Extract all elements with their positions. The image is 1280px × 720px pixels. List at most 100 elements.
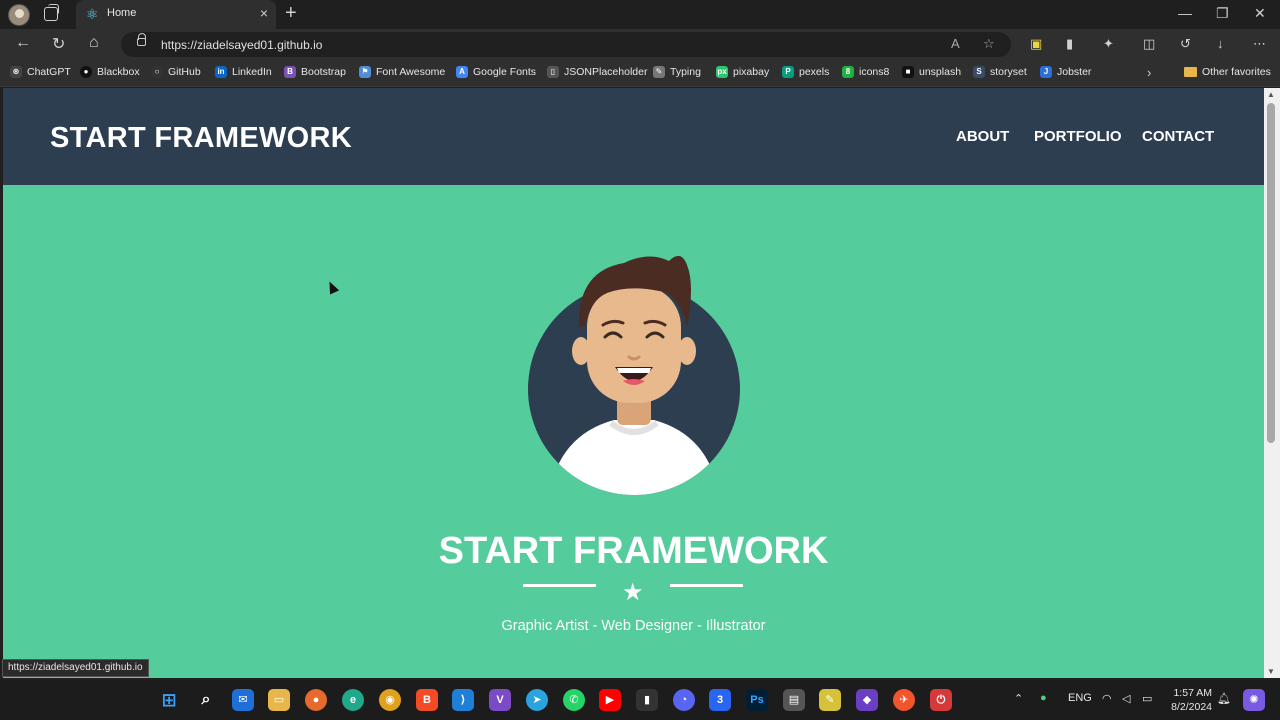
bookmark-blackbox[interactable]: ● Blackbox — [80, 66, 140, 78]
site-brand[interactable]: START FRAMEWORK — [50, 122, 352, 155]
maximize-icon[interactable]: ❐ — [1216, 5, 1229, 22]
bookmark-typing[interactable]: ✎ Typing — [653, 66, 701, 78]
extensions-puzzle-icon[interactable]: ✦ — [1103, 36, 1114, 52]
tab-title: Home — [107, 7, 137, 19]
bookmark-jsonplaceholder[interactable]: ▯ JSONPlaceholder — [547, 66, 647, 78]
tab-close-icon[interactable]: × — [260, 5, 268, 21]
document-icon: ▯ — [547, 66, 559, 78]
app-icon[interactable]: ▤ — [783, 689, 805, 711]
chatgpt-icon: ⊛ — [10, 66, 22, 78]
tray-chevron-up-icon[interactable]: ⌃ — [1014, 692, 1023, 705]
blackbox-icon: ● — [80, 66, 92, 78]
clock-time: 1:57 AM — [1173, 687, 1212, 699]
page-scrollbar[interactable]: ▲ ▼ — [1264, 88, 1280, 678]
divider-line-right — [670, 584, 743, 587]
bookmark-unsplash[interactable]: ■ unsplash — [902, 66, 961, 78]
minimize-icon[interactable]: — — [1178, 5, 1192, 21]
scroll-up-icon[interactable]: ▲ — [1267, 90, 1275, 99]
telegram-icon[interactable]: ➤ — [526, 689, 548, 711]
volume-icon[interactable]: ◁ — [1122, 692, 1130, 705]
brave-icon[interactable]: B — [416, 689, 438, 711]
workspaces-icon[interactable] — [44, 4, 59, 21]
react-favicon-icon: ⚛ — [86, 6, 99, 22]
scrollbar-thumb[interactable] — [1267, 103, 1275, 443]
wifi-icon[interactable]: ◠ — [1102, 692, 1112, 705]
github-icon: ○ — [151, 66, 163, 78]
hero-subtitle: Graphic Artist - Web Designer - Illustra… — [501, 618, 766, 634]
url-text[interactable]: https://ziadelsayed01.github.io — [161, 38, 322, 52]
language-indicator[interactable]: ENG — [1068, 692, 1092, 704]
bookmark-font-awesome[interactable]: ⚑ Font Awesome — [359, 66, 445, 78]
bookmark-bootstrap[interactable]: B Bootstrap — [284, 66, 346, 78]
new-tab-button[interactable]: + — [285, 3, 297, 23]
page-viewport: START FRAMEWORK ABOUT PORTFOLIO CONTACT — [3, 88, 1264, 678]
search-icon[interactable]: ⌕ — [195, 689, 217, 711]
profile-avatar[interactable] — [8, 4, 30, 26]
discord-icon[interactable]: ◔ — [673, 689, 695, 711]
edge-icon[interactable]: e — [342, 689, 364, 711]
app-3-icon[interactable]: ⏻ — [930, 689, 952, 711]
bookmark-jobster[interactable]: J Jobster — [1040, 66, 1091, 78]
bookmark-github[interactable]: ○ GitHub — [151, 66, 201, 78]
bookmark-pixabay[interactable]: px pixabay — [716, 66, 769, 78]
app-2-icon[interactable]: ◆ — [856, 689, 878, 711]
read-aloud-icon[interactable]: A — [951, 36, 960, 51]
css3-icon[interactable]: 3 — [709, 689, 731, 711]
hero-section: START FRAMEWORK ★ Graphic Artist - Web D… — [3, 185, 1264, 678]
avatar-illustration — [528, 255, 740, 495]
bootstrap-icon: B — [284, 66, 296, 78]
photoshop-icon[interactable]: Ps — [746, 689, 768, 711]
visual-studio-icon[interactable]: V — [489, 689, 511, 711]
split-screen-icon[interactable]: ◫ — [1143, 36, 1155, 52]
microphone-icon[interactable]: ● — [1040, 692, 1047, 704]
postman-icon[interactable]: ✈ — [893, 689, 915, 711]
notification-bell-icon[interactable]: 🔔︎ — [1217, 692, 1231, 705]
file-explorer-icon[interactable]: ▭ — [268, 689, 290, 711]
other-favorites[interactable]: Other favorites — [1184, 66, 1271, 78]
whatsapp-icon[interactable]: ✆ — [563, 689, 585, 711]
favorite-star-icon[interactable]: ☆ — [983, 36, 995, 52]
more-menu-icon[interactable]: ⋯ — [1253, 36, 1266, 52]
bookmark-linkedin[interactable]: in LinkedIn — [215, 66, 272, 78]
lock-icon[interactable] — [137, 33, 146, 46]
downloads-icon[interactable]: ↓ — [1217, 36, 1224, 51]
bookmarks-bar: ⊛ ChatGPT ● Blackbox ○ GitHub in LinkedIn BB… — [0, 60, 1280, 87]
nav-contact[interactable]: CONTACT — [1142, 128, 1214, 145]
scroll-down-icon[interactable]: ▼ — [1267, 667, 1275, 676]
google-fonts-icon: A — [456, 66, 468, 78]
bookmark-google-fonts[interactable]: A Google Fonts — [456, 66, 536, 78]
chrome-icon[interactable]: ◉ — [379, 689, 401, 711]
address-bar[interactable]: https://ziadelsayed01.github.io A ☆ — [121, 32, 1011, 57]
battery-icon[interactable]: ▭ — [1142, 692, 1152, 705]
audio-app-icon[interactable]: ▮ — [636, 689, 658, 711]
bookmark-pexels[interactable]: Ppexels — [782, 66, 829, 78]
firefox-icon[interactable]: ● — [305, 689, 327, 711]
bookmark-chatgpt[interactable]: ⊛ ChatGPT — [10, 66, 71, 78]
nav-about[interactable]: ABOUT — [956, 128, 1009, 145]
bookmark-storyset[interactable]: Sstoryset — [973, 66, 1027, 78]
vscode-icon[interactable]: ⟩ — [452, 689, 474, 711]
hero-title: START FRAMEWORK — [438, 530, 829, 572]
refresh-icon[interactable]: ↻ — [52, 34, 65, 54]
windows-start-icon[interactable]: ⊞ — [158, 689, 180, 711]
pixabay-icon: px — [716, 66, 728, 78]
history-icon[interactable]: ↺ — [1180, 36, 1191, 52]
linkedin-icon: in — [215, 66, 227, 78]
browser-tab-home[interactable]: ⚛ Home × — [76, 0, 276, 29]
nav-portfolio[interactable]: PORTFOLIO — [1034, 128, 1122, 145]
extension-icon[interactable]: ▣ — [1030, 36, 1042, 52]
youtube-icon[interactable]: ▶ — [599, 689, 621, 711]
windows-taskbar: ⊞ ⌕ ✉ ▭ ● e ◉ B ⟩ V ➤ ✆ ▶ ▮ ◔ 3 Ps ▤ ✎ ◆… — [0, 680, 1280, 720]
chevron-right-icon[interactable]: › — [1147, 65, 1151, 80]
taskbar-clock[interactable]: 1:57 AM 8/2/2024 — [1164, 686, 1212, 714]
site-navbar: START FRAMEWORK ABOUT PORTFOLIO CONTACT — [3, 88, 1264, 185]
tab-strip: ⚛ Home × + — ❐ ✕ — [0, 0, 1280, 29]
mail-app-icon[interactable]: ✉ — [232, 689, 254, 711]
home-icon[interactable]: ⌂ — [89, 34, 99, 52]
bookmark-icons8[interactable]: 8 icons8 — [842, 66, 889, 78]
back-icon[interactable]: ← — [15, 34, 31, 52]
extension-2-icon[interactable]: ▮ — [1066, 36, 1073, 52]
close-window-icon[interactable]: ✕ — [1254, 5, 1266, 22]
sticky-notes-icon[interactable]: ✎ — [819, 689, 841, 711]
copilot-icon[interactable]: ✺ — [1243, 689, 1265, 711]
